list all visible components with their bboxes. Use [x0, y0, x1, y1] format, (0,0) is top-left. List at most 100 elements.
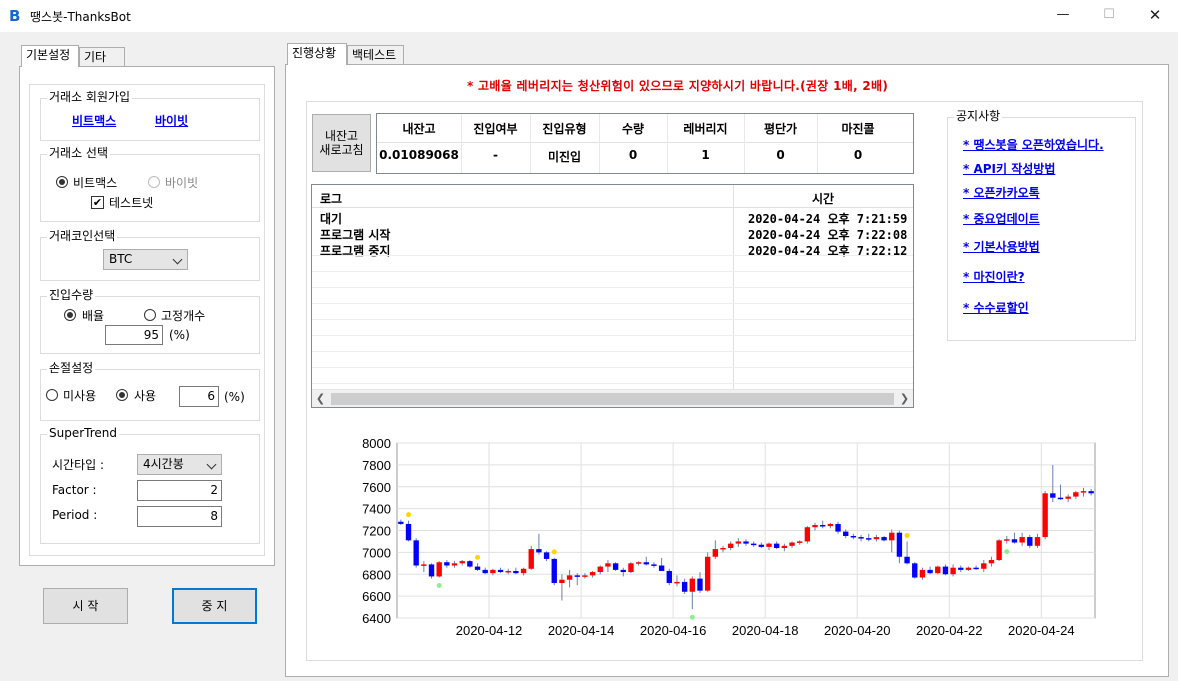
- candle-body: [582, 575, 588, 577]
- candle-body: [612, 563, 619, 570]
- status-table: 내잔고 0.01089068 진입여부 - 진입유형 미진입 수량 0 레버리지 1 평단가 0 마진콜…: [376, 113, 914, 174]
- notice-link-6[interactable]: * 수수료할인: [963, 299, 1029, 316]
- stop-button[interactable]: 중 지: [172, 588, 257, 624]
- qty-ratio-radio[interactable]: [64, 309, 76, 321]
- refresh-balance-button[interactable]: 내잔고 새로고침: [312, 114, 371, 172]
- candle-body: [1042, 493, 1048, 538]
- candle-body: [927, 569, 933, 574]
- candle-body: [520, 568, 527, 574]
- status-value-0: 0.01089068: [379, 148, 459, 162]
- log-row-message: 대기: [320, 212, 343, 226]
- candle-body: [643, 562, 649, 565]
- candle-body: [712, 549, 719, 557]
- timeframe-select-value: 4시간봉: [143, 457, 184, 471]
- tab-progress[interactable]: 진행상황: [287, 43, 347, 65]
- qty-fixed-radio[interactable]: [144, 309, 156, 321]
- qty-input[interactable]: 95: [105, 325, 163, 345]
- candle-body: [942, 566, 949, 575]
- status-value-3: 0: [628, 148, 638, 162]
- stoploss-input[interactable]: 6: [179, 386, 219, 407]
- status-value-4: 1: [701, 148, 710, 162]
- notice-link-1[interactable]: * API키 작성방법: [963, 160, 1055, 177]
- log-time-header: 시간: [812, 192, 835, 206]
- candle-body: [398, 521, 404, 524]
- candle-body: [605, 563, 611, 567]
- stoploss-on-label: 사용: [134, 389, 157, 403]
- stoploss-off-label: 미사용: [63, 389, 97, 403]
- log-grid: 로그 시간 대기 2020-04-24 오후 7:21:59 프로그램 시작 2020…: [311, 184, 914, 408]
- timeframe-select[interactable]: 4시간봉: [137, 454, 222, 475]
- bitmex-radio[interactable]: [56, 176, 68, 188]
- testnet-checkbox[interactable]: ✔: [91, 196, 104, 209]
- log-grid-line: [312, 367, 913, 368]
- candle-body: [651, 564, 657, 566]
- factor-input[interactable]: 2: [137, 480, 222, 501]
- candle-body: [720, 548, 726, 550]
- qty-unit: (%): [169, 328, 190, 342]
- candle-body: [758, 544, 765, 547]
- coin-select[interactable]: BTC: [103, 249, 188, 270]
- candle-body: [497, 569, 504, 573]
- candle-body: [781, 545, 788, 548]
- log-row-message: 프로그램 중지: [320, 244, 391, 258]
- status-header-4: 레버리지: [683, 122, 728, 136]
- bybit-radio[interactable]: [148, 176, 160, 188]
- period-input[interactable]: 8: [137, 506, 222, 527]
- candle-body: [727, 543, 734, 548]
- candle-body: [797, 541, 803, 543]
- notice-link-2[interactable]: * 오픈카카오톡: [963, 184, 1040, 201]
- notice-link-5[interactable]: * 마진이란?: [963, 268, 1025, 285]
- notice-link-0[interactable]: * 땡스봇을 오픈하였습니다.: [963, 136, 1104, 153]
- candle-body: [858, 537, 864, 539]
- candle-body: [413, 540, 419, 566]
- log-grid-line: [312, 383, 913, 384]
- candle-body: [674, 581, 680, 584]
- sell-signal-marker: [475, 554, 481, 560]
- maximize-button[interactable]: ☐: [1086, 0, 1132, 32]
- chevron-down-icon: [206, 459, 217, 470]
- candle-body: [428, 564, 435, 577]
- scroll-left-icon[interactable]: ❮: [312, 390, 329, 407]
- chart-y-tick-label: 7200: [362, 524, 391, 539]
- bybit-signup-link[interactable]: 바이빗: [155, 112, 188, 129]
- status-col-divider: [667, 114, 668, 173]
- log-row-time: 2020-04-24 오후 7:22:12: [748, 244, 908, 258]
- notice-link-4[interactable]: * 기본사용방법: [963, 238, 1040, 255]
- candle-body: [843, 531, 849, 536]
- candle-body: [1034, 537, 1041, 546]
- candle-body: [996, 540, 1002, 561]
- stoploss-on-radio[interactable]: [116, 389, 128, 401]
- candle-body: [589, 572, 596, 576]
- coin-select-value: BTC: [109, 252, 133, 266]
- close-button[interactable]: ✕: [1132, 0, 1178, 32]
- candle-body: [804, 527, 811, 542]
- start-button[interactable]: 시 작: [43, 588, 128, 624]
- buy-signal-marker: [689, 614, 695, 620]
- minimize-button[interactable]: —: [1040, 0, 1086, 32]
- candle-body: [950, 567, 956, 575]
- candle-body: [451, 563, 458, 566]
- chart-x-tick-label: 2020-04-14: [548, 623, 615, 638]
- tab-backtest[interactable]: 백테스트: [347, 45, 404, 65]
- candle-body: [1050, 493, 1056, 498]
- stoploss-off-radio[interactable]: [46, 389, 58, 401]
- candle-body: [789, 542, 795, 546]
- chevron-down-icon: [172, 254, 183, 265]
- log-horizontal-scrollbar[interactable]: ❮ ❯: [312, 389, 913, 407]
- log-grid-line: [312, 255, 913, 256]
- candle-body: [543, 552, 550, 559]
- supertrend-group-title: SuperTrend: [47, 426, 119, 440]
- candle-body: [766, 543, 772, 547]
- chart-y-tick-label: 6600: [362, 589, 391, 604]
- log-grid-line: [312, 351, 913, 352]
- status-value-6: 0: [853, 148, 863, 162]
- tab-basic-settings[interactable]: 기본설정: [21, 45, 79, 67]
- scroll-right-icon[interactable]: ❯: [896, 390, 913, 407]
- scroll-thumb[interactable]: [331, 393, 894, 405]
- tab-etc[interactable]: 기타: [79, 47, 125, 67]
- notice-link-3[interactable]: * 중요업데이트: [963, 210, 1040, 227]
- candle-body: [528, 549, 534, 569]
- bitmex-signup-link[interactable]: 비트맥스: [72, 112, 116, 129]
- status-header-6: 마진콜: [841, 122, 875, 136]
- candle-body: [827, 523, 834, 527]
